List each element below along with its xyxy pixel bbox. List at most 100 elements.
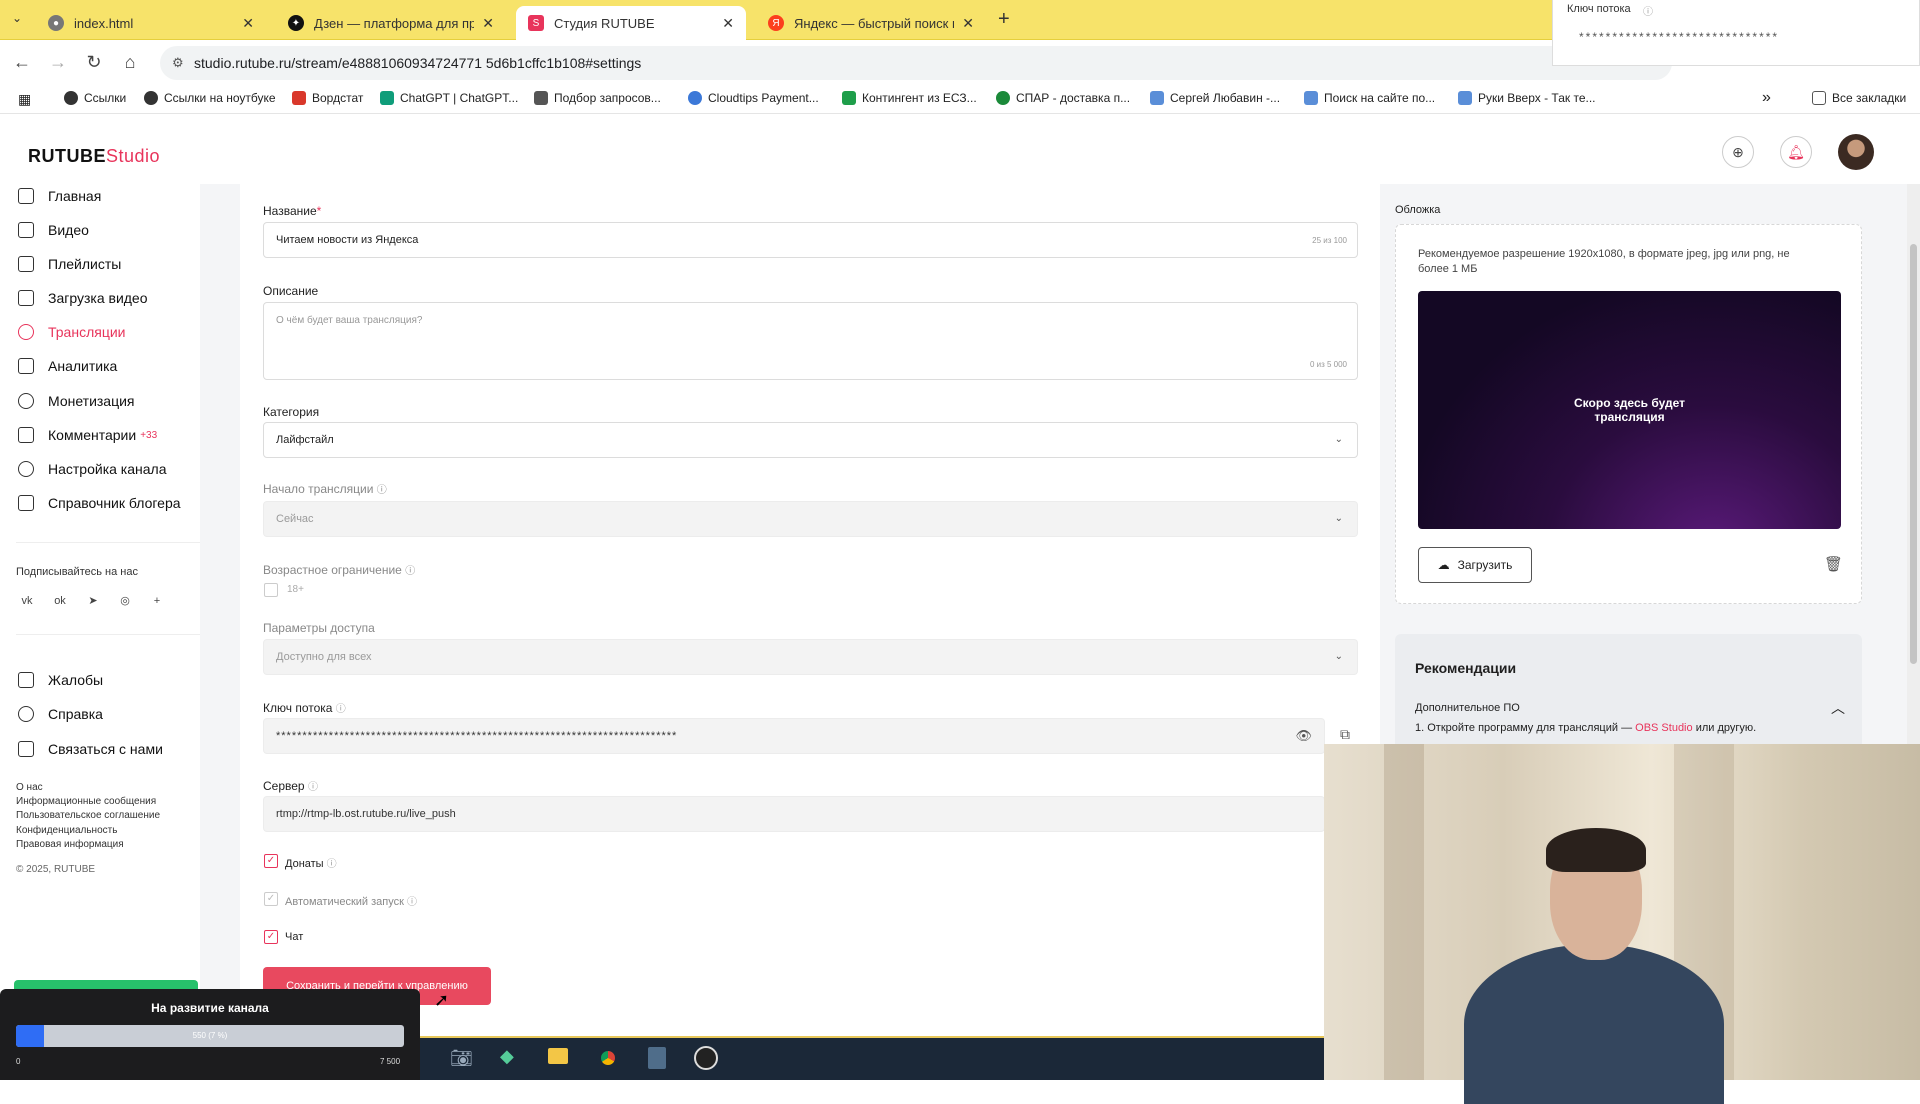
scrollbar-thumb[interactable] bbox=[1910, 244, 1917, 664]
sidebar-item-label: Аналитика bbox=[48, 358, 118, 374]
reload-icon[interactable]: ↻ bbox=[82, 52, 106, 73]
sidebar-item-help[interactable]: Справка bbox=[18, 702, 198, 726]
eye-icon[interactable]: 👁︎ bbox=[1295, 728, 1312, 744]
chat-checkbox[interactable]: ✓ bbox=[264, 930, 278, 944]
bookmark-label: ChatGPT | ChatGPT... bbox=[400, 91, 519, 105]
bookmark[interactable]: Вордстат bbox=[292, 91, 363, 105]
folder-icon[interactable] bbox=[548, 1048, 568, 1064]
server-input[interactable]: rtmp://rtmp-lb.ost.rutube.ru/live_push bbox=[263, 796, 1325, 832]
tab-index[interactable]: ● index.html ✕ bbox=[36, 6, 266, 40]
sidebar-item-comments[interactable]: Комментарии +33 bbox=[18, 423, 198, 447]
footer-link-privacy[interactable]: Конфиденциальность bbox=[16, 825, 117, 836]
bookmark[interactable]: СПАР - доставка п... bbox=[996, 91, 1130, 105]
bookmark[interactable]: Ссылки bbox=[64, 91, 126, 105]
bookmark[interactable]: Сергей Любавин -... bbox=[1150, 91, 1280, 105]
calculator-icon[interactable] bbox=[648, 1047, 666, 1069]
more-socials-icon[interactable]: + bbox=[148, 592, 166, 610]
chevron-down-icon: ⌄ bbox=[1334, 651, 1343, 662]
sidebar-item-blogger-guide[interactable]: Справочник блогера bbox=[18, 491, 198, 515]
popup-title: Ключ потока bbox=[1567, 3, 1631, 15]
tab-dzen[interactable]: ✦ Дзен — платформа для проск ✕ bbox=[276, 6, 506, 40]
tab-rutube-studio[interactable]: S Студия RUTUBE ✕ bbox=[516, 6, 746, 40]
bookmark[interactable]: Руки Вверх - Так те... bbox=[1458, 91, 1596, 105]
bookmark[interactable]: ChatGPT | ChatGPT... bbox=[380, 91, 518, 105]
footer-link-about[interactable]: О нас bbox=[16, 782, 43, 793]
sidebar-item-video[interactable]: Видео bbox=[18, 218, 198, 242]
footer-link-terms[interactable]: Пользовательское соглашение bbox=[16, 810, 160, 821]
sidebar-item-label: Монетизация bbox=[48, 393, 135, 409]
description-textarea[interactable]: О чём будет ваша трансляция? 0 из 5 000 bbox=[263, 302, 1358, 380]
tab-yandex[interactable]: Я Яндекс — быстрый поиск в ин ✕ bbox=[756, 6, 986, 40]
bookmark[interactable]: Контингент из ЕСЗ... bbox=[842, 91, 977, 105]
chevron-up-icon[interactable]: ︿ bbox=[1831, 698, 1845, 718]
footer-link-info[interactable]: Информационные сообщения bbox=[16, 796, 156, 807]
chrome-icon[interactable] bbox=[596, 1046, 620, 1070]
title-input[interactable]: Читаем новости из Яндекса 25 из 100 bbox=[263, 222, 1358, 258]
access-value: Доступно для всех bbox=[276, 651, 372, 663]
obs-icon[interactable] bbox=[694, 1046, 718, 1070]
sidebar-item-analytics[interactable]: Аналитика bbox=[18, 354, 198, 378]
sidebar-item-label: Справочник блогера bbox=[48, 495, 181, 511]
start-select[interactable]: Сейчас ⌄ bbox=[263, 501, 1358, 537]
bookmark-favicon bbox=[64, 91, 78, 105]
create-icon[interactable]: ⊕ bbox=[1722, 136, 1754, 168]
bookmark-favicon bbox=[144, 91, 158, 105]
apps-grid-icon[interactable]: ▦ bbox=[18, 91, 31, 108]
camera-app-icon[interactable]: 📷︎ bbox=[450, 1048, 473, 1069]
close-icon[interactable]: ✕ bbox=[242, 15, 254, 32]
avatar[interactable] bbox=[1838, 134, 1874, 170]
close-icon[interactable]: ✕ bbox=[482, 15, 494, 32]
popup-key-value: ****************************** bbox=[1579, 30, 1780, 44]
donation-title: На развитие канала bbox=[151, 1001, 269, 1015]
stream-key-input[interactable]: ****************************************… bbox=[263, 718, 1325, 754]
donations-checkbox[interactable]: ✓ bbox=[264, 854, 278, 868]
bell-icon[interactable]: 🔔︎ bbox=[1780, 136, 1812, 168]
sidebar-item-contact[interactable]: Связаться с нами bbox=[18, 737, 198, 761]
access-select[interactable]: Доступно для всех ⌄ bbox=[263, 639, 1358, 675]
close-icon[interactable]: ✕ bbox=[962, 15, 974, 32]
chevron-down-icon: ⌄ bbox=[1334, 513, 1343, 524]
forward-icon[interactable]: → bbox=[46, 52, 70, 73]
back-icon[interactable]: ← bbox=[10, 52, 34, 73]
sidebar-item-upload[interactable]: Загрузка видео bbox=[18, 286, 198, 310]
new-tab-plus-icon[interactable]: + bbox=[998, 8, 1010, 31]
sidebar-item-home[interactable]: Главная bbox=[18, 184, 198, 208]
address-bar[interactable]: ⚙ studio.rutube.ru/stream/e4888106093472… bbox=[160, 46, 1672, 80]
sidebar-item-streams[interactable]: Трансляции bbox=[18, 320, 198, 344]
close-icon[interactable]: ✕ bbox=[722, 15, 734, 32]
url-text: studio.rutube.ru/stream/e488810609347247… bbox=[194, 55, 642, 71]
app-icon[interactable]: ◆ bbox=[500, 1046, 514, 1067]
sidebar-item-label: Связаться с нами bbox=[48, 741, 163, 757]
donations-label: Донаты ⓘ bbox=[285, 858, 337, 870]
site-info-icon[interactable]: ⚙ bbox=[172, 55, 184, 71]
upload-button[interactable]: ☁︎ Загрузить bbox=[1418, 547, 1532, 583]
sidebar-item-playlists[interactable]: Плейлисты bbox=[18, 252, 198, 276]
bookmark-label: Ссылки bbox=[84, 91, 127, 105]
home-icon[interactable]: ⌂ bbox=[118, 52, 142, 73]
bookmark[interactable]: Подбор запросов... bbox=[534, 91, 661, 105]
tab-list-chevron-icon[interactable]: ⌄ bbox=[12, 11, 22, 25]
age-checkbox[interactable] bbox=[264, 583, 278, 597]
sidebar-item-monetization[interactable]: Монетизация bbox=[18, 389, 198, 413]
sidebar-item-complaints[interactable]: Жалобы bbox=[18, 668, 198, 692]
bookmark[interactable]: Cloudtips Payment... bbox=[688, 91, 819, 105]
recommendations-section[interactable]: Дополнительное ПО bbox=[1415, 702, 1520, 714]
category-select[interactable]: Лайфстайл ⌄ bbox=[263, 422, 1358, 458]
ok-icon[interactable]: ok bbox=[51, 592, 69, 610]
more-bookmarks-icon[interactable]: » bbox=[1762, 89, 1771, 107]
obs-link[interactable]: OBS Studio bbox=[1635, 722, 1692, 734]
bookmark[interactable]: Ссылки на ноутбуке bbox=[144, 91, 276, 105]
copy-icon[interactable]: ⧉ bbox=[1340, 726, 1350, 743]
start-value: Сейчас bbox=[276, 513, 314, 525]
rutube-studio-logo[interactable]: RUTUBEStudio bbox=[28, 146, 160, 167]
cover-dropzone[interactable]: Рекомендуемое разрешение 1920х1080, в фо… bbox=[1395, 224, 1862, 604]
vk-icon[interactable]: vk bbox=[18, 592, 36, 610]
sidebar-item-channel-settings[interactable]: Настройка канала bbox=[18, 457, 198, 481]
footer-link-legal[interactable]: Правовая информация bbox=[16, 839, 124, 850]
telegram-icon[interactable]: ➤ bbox=[84, 592, 102, 610]
viber-icon[interactable]: ◎ bbox=[116, 592, 134, 610]
autostart-checkbox[interactable]: ✓ bbox=[264, 892, 278, 906]
bookmark[interactable]: Поиск на сайте по... bbox=[1304, 91, 1435, 105]
all-bookmarks[interactable]: Все закладки bbox=[1812, 91, 1906, 105]
trash-icon[interactable]: 🗑︎ bbox=[1824, 555, 1843, 573]
